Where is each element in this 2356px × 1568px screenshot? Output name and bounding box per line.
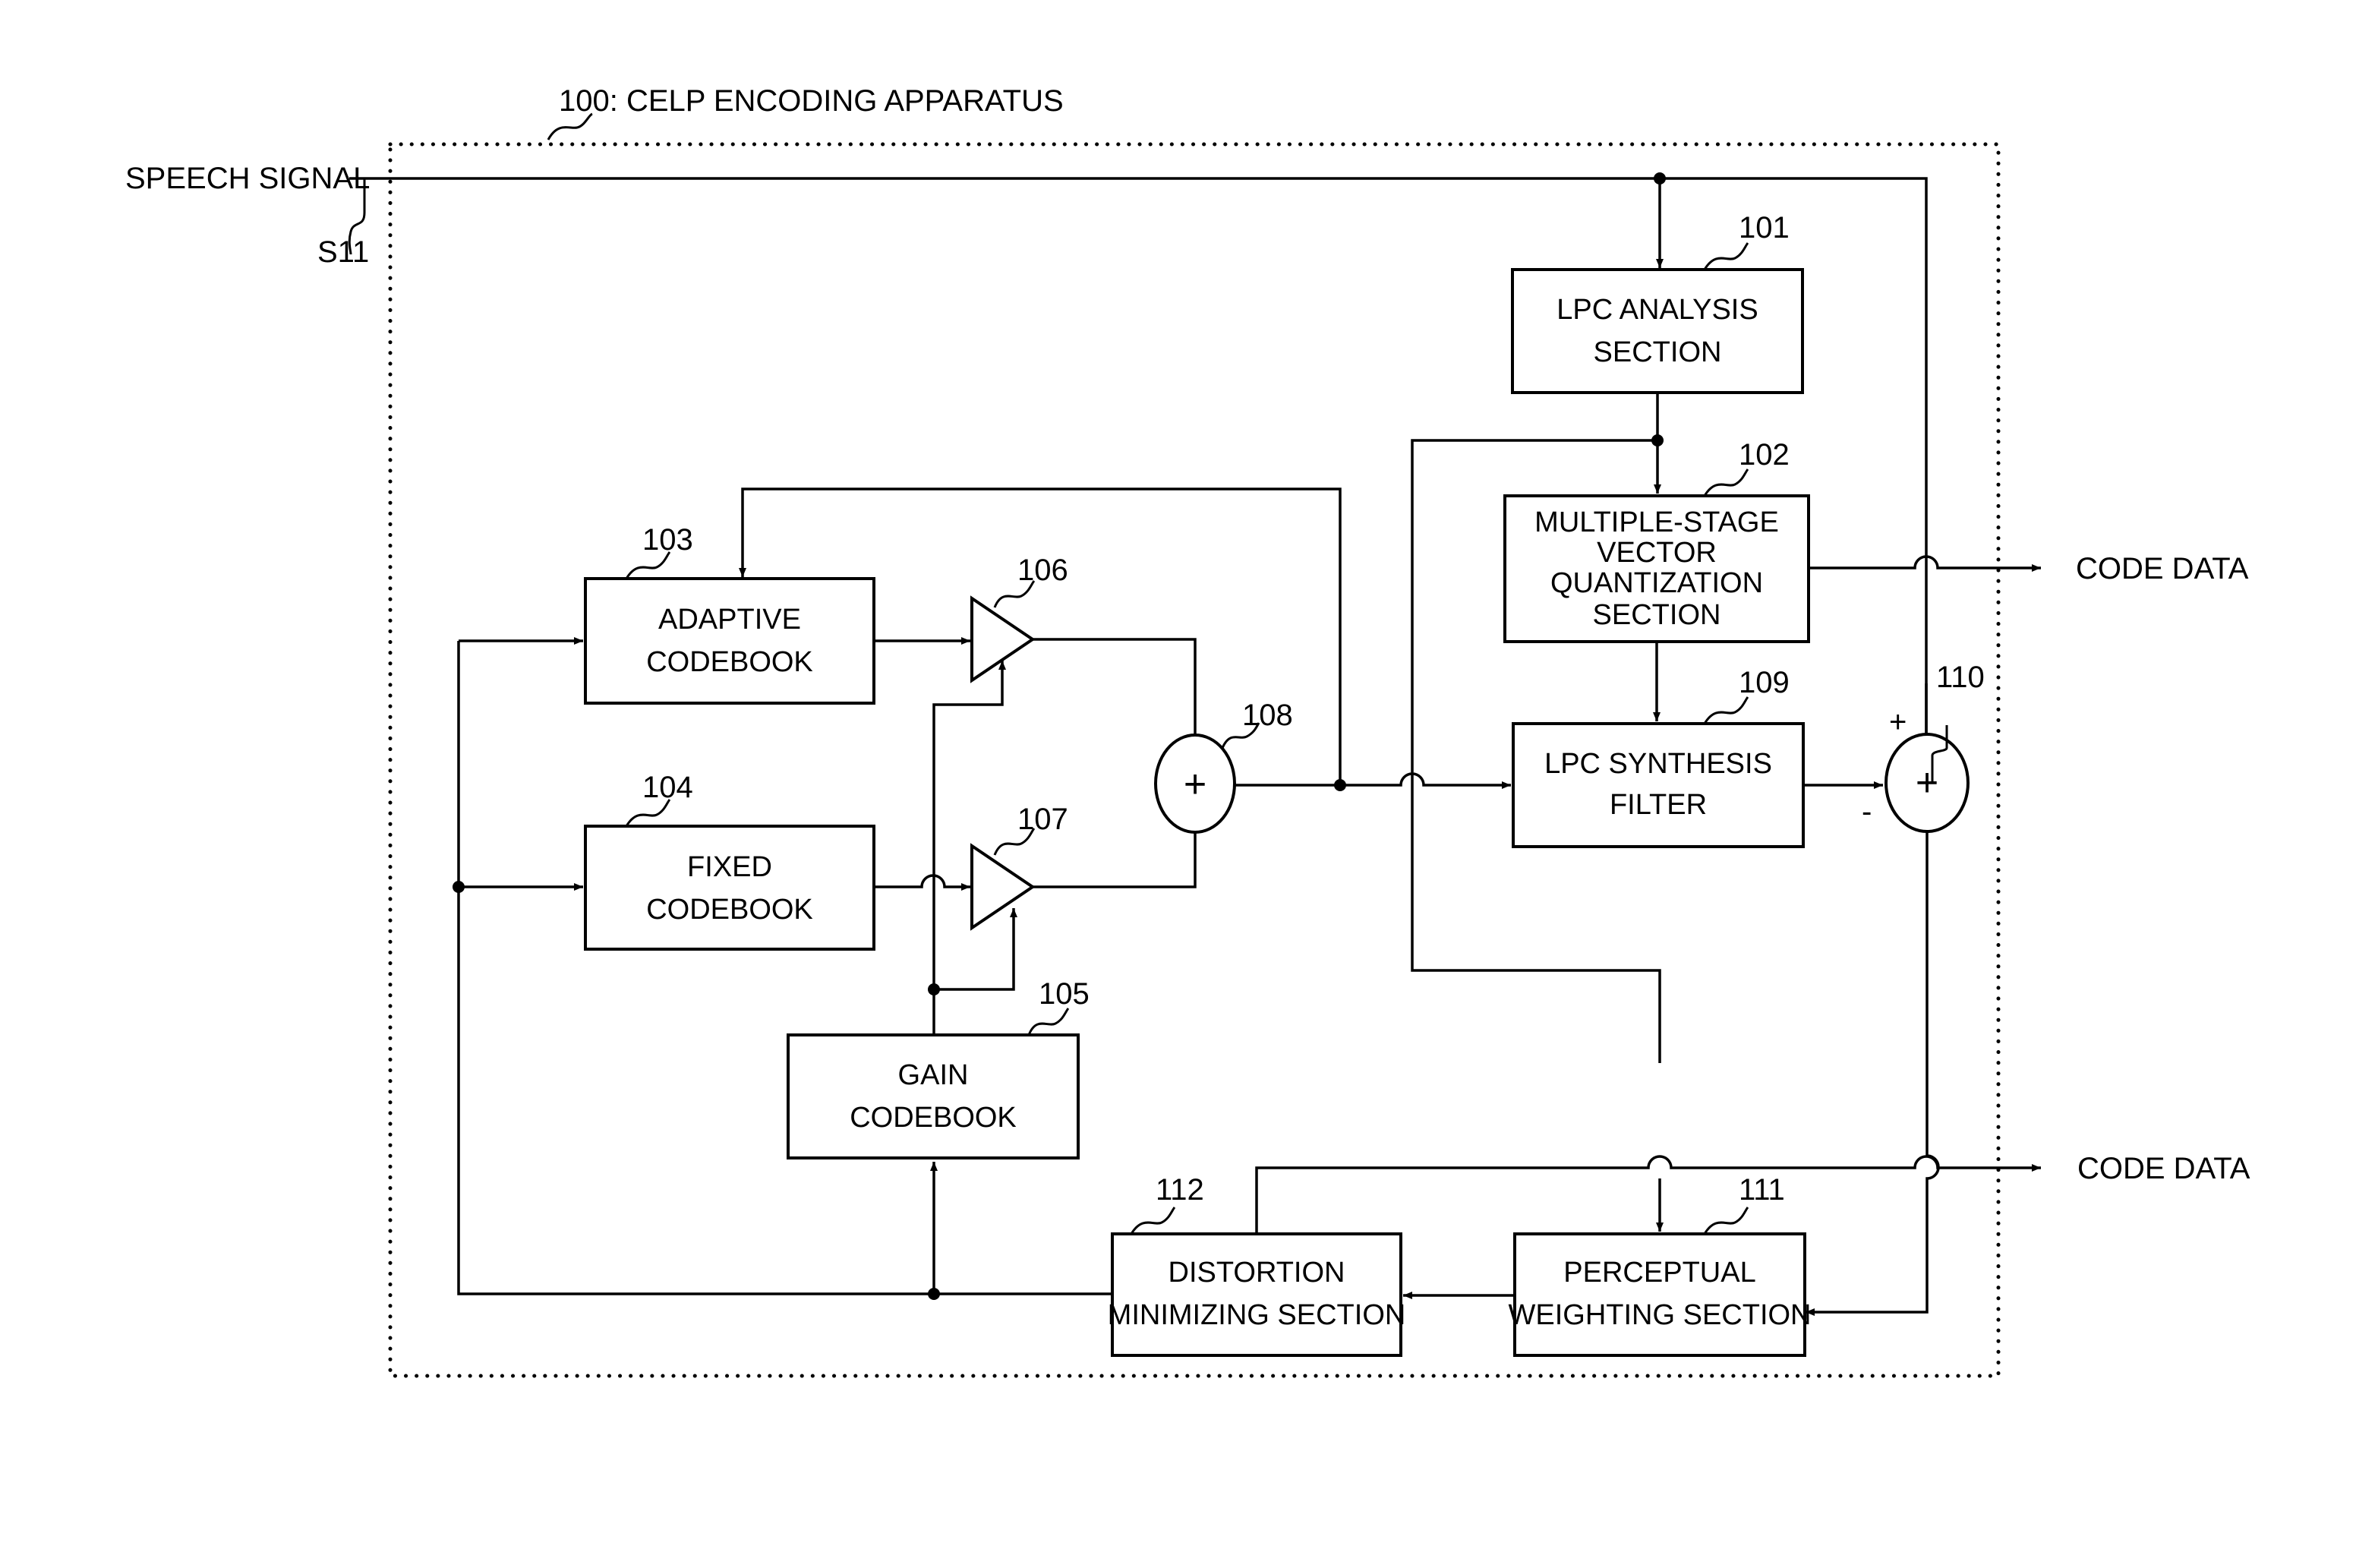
gain-to-amp106-line: [932, 661, 1006, 1034]
ref-107: 107: [1017, 803, 1068, 836]
ref-111: 111: [1739, 1173, 1785, 1207]
excitation-to-synthesis-line: [1235, 772, 1511, 789]
gain-line2: CODEBOOK: [850, 1102, 1017, 1134]
adder-108: +: [1154, 734, 1236, 834]
ref-108: 108: [1242, 699, 1293, 732]
msvq-code-output-line: [1809, 555, 2041, 572]
fixed-to-amp107-line: [874, 874, 970, 891]
gain-codebook[interactable]: GAIN CODEBOOK: [787, 1033, 1080, 1159]
ref-104: 104: [642, 771, 693, 804]
ref-106: 106: [1017, 554, 1068, 587]
lpc-synthesis-filter[interactable]: LPC SYNTHESIS FILTER: [1512, 722, 1805, 848]
svg-text:+: +: [1916, 761, 1938, 805]
junction-dot: [1334, 779, 1346, 791]
distortion-line2: MINIMIZING SECTION: [1108, 1299, 1406, 1331]
adaptive-line2: CODEBOOK: [646, 646, 813, 678]
title-leader-squiggle: [547, 112, 593, 140]
ref-110: 110: [1936, 661, 1985, 694]
ref-101-squiggle: [1703, 242, 1749, 270]
fixed-line2: CODEBOOK: [646, 894, 813, 926]
lpc-analysis-line2: SECTION: [1594, 336, 1722, 368]
gain-line1: GAIN: [898, 1059, 969, 1091]
ref-102: 102: [1739, 438, 1790, 472]
amplifier-107: [970, 843, 1036, 931]
speech-signal-ref: S11: [317, 235, 369, 269]
ref-102-squiggle: [1703, 469, 1749, 497]
adder110-plus-sign: +: [1889, 705, 1907, 739]
perceptual-weighting-section[interactable]: PERCEPTUAL WEIGHTING SECTION: [1509, 1232, 1812, 1357]
code-data-output-1: CODE DATA: [2076, 552, 2249, 585]
amp106-to-adder108-line: [1033, 638, 1199, 749]
lpc-synthesis-line1: LPC SYNTHESIS: [1544, 748, 1772, 780]
ref-112: 112: [1156, 1173, 1204, 1207]
perceptual-weighting-line1: PERCEPTUAL: [1563, 1257, 1755, 1289]
distortion-line1: DISTORTION: [1169, 1257, 1345, 1289]
svg-text:+: +: [1184, 762, 1206, 806]
msvq-line1: MULTIPLE-STAGE: [1534, 506, 1779, 538]
ref-111-squiggle: [1703, 1207, 1749, 1235]
adder-110: +: [1884, 733, 1970, 833]
lpc-analysis-line1: LPC ANALYSIS: [1556, 294, 1758, 326]
adaptive-line1: ADAPTIVE: [658, 604, 801, 636]
msvq-section[interactable]: MULTIPLE-STAGE VECTOR QUANTIZATION SECTI…: [1503, 494, 1810, 643]
adder110-minus-sign: -: [1862, 795, 1872, 828]
ref-101: 101: [1739, 211, 1790, 245]
msvq-line3: QUANTIZATION: [1550, 567, 1763, 599]
lpc-synthesis-line2: FILTER: [1610, 789, 1707, 821]
ref-112-squiggle: [1130, 1207, 1176, 1235]
msvq-line4: SECTION: [1593, 599, 1721, 631]
apparatus-title: 100: CELP ENCODING APPARATUS: [559, 84, 1064, 118]
msvq-line2: VECTOR: [1597, 537, 1717, 569]
ref-109-squiggle: [1703, 696, 1749, 724]
adaptive-codebook[interactable]: ADAPTIVE CODEBOOK: [584, 577, 875, 705]
ref-103: 103: [642, 523, 693, 557]
fixed-line1: FIXED: [687, 851, 772, 883]
perceptual-weighting-line2: WEIGHTING SECTION: [1509, 1299, 1812, 1331]
fixed-codebook[interactable]: FIXED CODEBOOK: [584, 825, 875, 951]
error-to-weighting-line: [1806, 831, 1940, 1316]
code-data-output-2: CODE DATA: [2077, 1152, 2250, 1185]
speech-signal-label: SPEECH SIGNAL: [125, 162, 370, 195]
ref-109: 109: [1739, 666, 1790, 699]
distortion-code-output-line: [1255, 1155, 2041, 1234]
celp-block-diagram: 100: CELP ENCODING APPARATUS SPEECH SIGN…: [125, 84, 2250, 1378]
lpc-analysis-section[interactable]: LPC ANALYSIS SECTION: [1511, 268, 1804, 394]
distortion-minimizing-section[interactable]: DISTORTION MINIMIZING SECTION: [1108, 1232, 1406, 1357]
ref-105: 105: [1039, 977, 1090, 1011]
ref-105-squiggle: [1027, 1008, 1070, 1036]
